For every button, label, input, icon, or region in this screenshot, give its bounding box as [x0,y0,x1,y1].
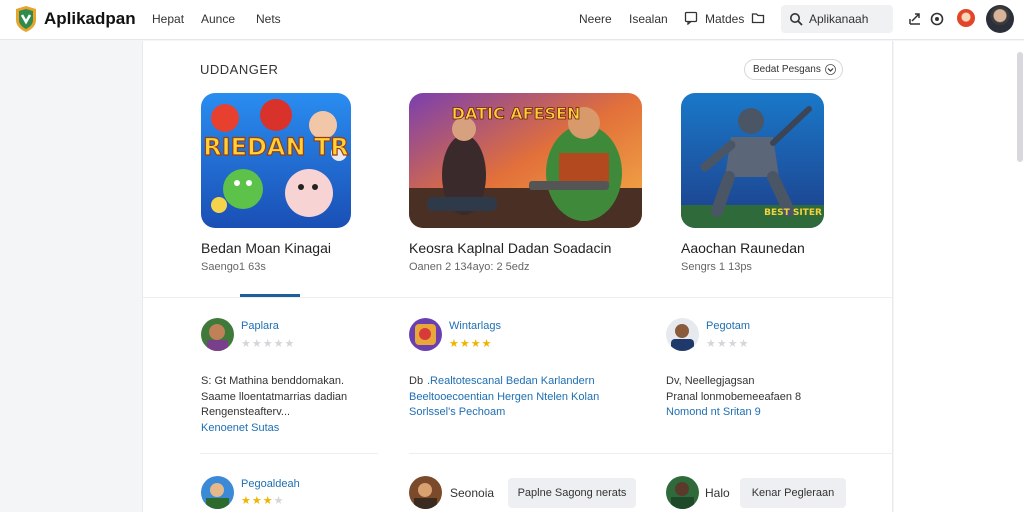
rating-stars-2: ★★★★ [449,338,493,350]
rating-stars-1: ★★★★★ [241,338,296,350]
reviewer-name-5[interactable]: Seonoia [450,486,494,500]
review-link-2-line-1[interactable]: .Realtotescanal Bedan Karlandern [427,375,595,387]
game-art-2-text: DATIC AFESEN [452,104,581,123]
game-meta-3: Sengrs 1 13ps [681,261,752,273]
reviewer-name-6[interactable]: Halo [705,486,730,500]
search-icon [790,13,803,26]
nav-link-matdes[interactable]: Matdes [705,12,744,26]
scrollbar[interactable] [1017,52,1023,162]
chat-icon[interactable] [684,11,698,25]
sort-dropdown-label: Bedat Pesgans [753,64,821,75]
reviewer-avatar-5[interactable] [409,476,442,509]
review-text-3-line-2: Pranal lonmobemeeafaen 8 [666,391,802,403]
review-link-3[interactable]: Nomond nt Sritan 9 [666,406,761,418]
top-bar: Aplikadpan Hepat Aunce Nets Neere Iseala… [0,0,1024,40]
review-text-2-prefix: Db [409,375,424,387]
game-art-3-text: BEST SITER [764,208,822,218]
section-title: UDDANGER [200,62,279,77]
sort-dropdown[interactable]: Bedat Pesgans [744,59,843,80]
review-link-2-line-2[interactable]: Beeltooecoentian Hergen Ntelen Kolan [409,391,599,403]
game-art-1[interactable]: RIEDAN TR [201,93,351,228]
nav-link-nets[interactable]: Nets [256,12,281,26]
reviewer-avatar-2[interactable] [409,318,442,351]
nav-link-aunce[interactable]: Aunce [201,12,235,26]
chevron-down-icon [825,64,836,75]
reviewer-name-3[interactable]: Pegotam [706,320,750,332]
game-art-1-text: RIEDAN TR [203,133,349,161]
reviewer-avatar-3[interactable] [666,318,699,351]
review-text-1-line-2: Saame lloentatmarrias dadian [201,391,348,403]
game-art-3[interactable]: BEST SITER [681,93,824,228]
rating-stars-3: ★★★★ [706,338,750,350]
reply-button-6[interactable]: Kenar Pegleraan [740,478,846,508]
game-title-3[interactable]: Aaochan Raunedan [681,240,805,256]
game-title-2[interactable]: Keosra Kaplnal Dadan Soadacin [409,240,611,256]
review-divider-1 [200,453,378,454]
review-text-1-line-3: Rengensteafterv... [201,406,291,418]
reviewer-name-2[interactable]: Wintarlags [449,320,501,332]
nav-link-neere[interactable]: Neere [579,12,612,26]
notification-avatar[interactable] [957,9,975,27]
game-art-2[interactable]: DATIC AFESEN [409,93,642,228]
reviewer-avatar-1[interactable] [201,318,234,351]
review-link-1[interactable]: Kenoenet Sutas [201,422,279,434]
game-meta-2: Oanen 2 134ayo: 2 5edz [409,261,530,273]
reviewer-avatar-4[interactable] [201,476,234,509]
review-link-2-line-3[interactable]: Sorlssel's Pechoam [409,406,505,418]
search-input[interactable] [809,10,891,28]
rating-stars-4: ★★★★ [241,495,285,507]
right-panel [894,41,1024,512]
share-icon[interactable] [907,11,923,27]
review-text-1-line-1: S: Gt Mathina benddomakan. [201,375,345,387]
settings-icon[interactable] [929,11,945,27]
reply-button-5[interactable]: Paplne Sagong nerats [508,478,636,508]
folder-icon[interactable] [751,11,765,25]
search-box[interactable] [781,5,893,33]
review-text-3-line-1: Dv, Neellegjagsan [666,375,755,387]
reviewer-name-1[interactable]: Paplara [241,320,279,332]
nav-link-isealan[interactable]: Isealan [629,12,668,26]
user-avatar[interactable] [986,5,1014,33]
game-title-1[interactable]: Bedan Moan Kinagai [201,240,331,256]
app-title[interactable]: Aplikadpan [44,9,136,29]
app-logo-icon[interactable] [14,6,38,32]
reviewer-name-4[interactable]: Pegoaldeah [241,478,300,490]
section-divider [143,297,893,298]
nav-link-hepat[interactable]: Hepat [152,12,184,26]
game-meta-1: Saengo1 63s [201,261,266,273]
review-divider-2 [409,453,893,454]
reviewer-avatar-6[interactable] [666,476,699,509]
